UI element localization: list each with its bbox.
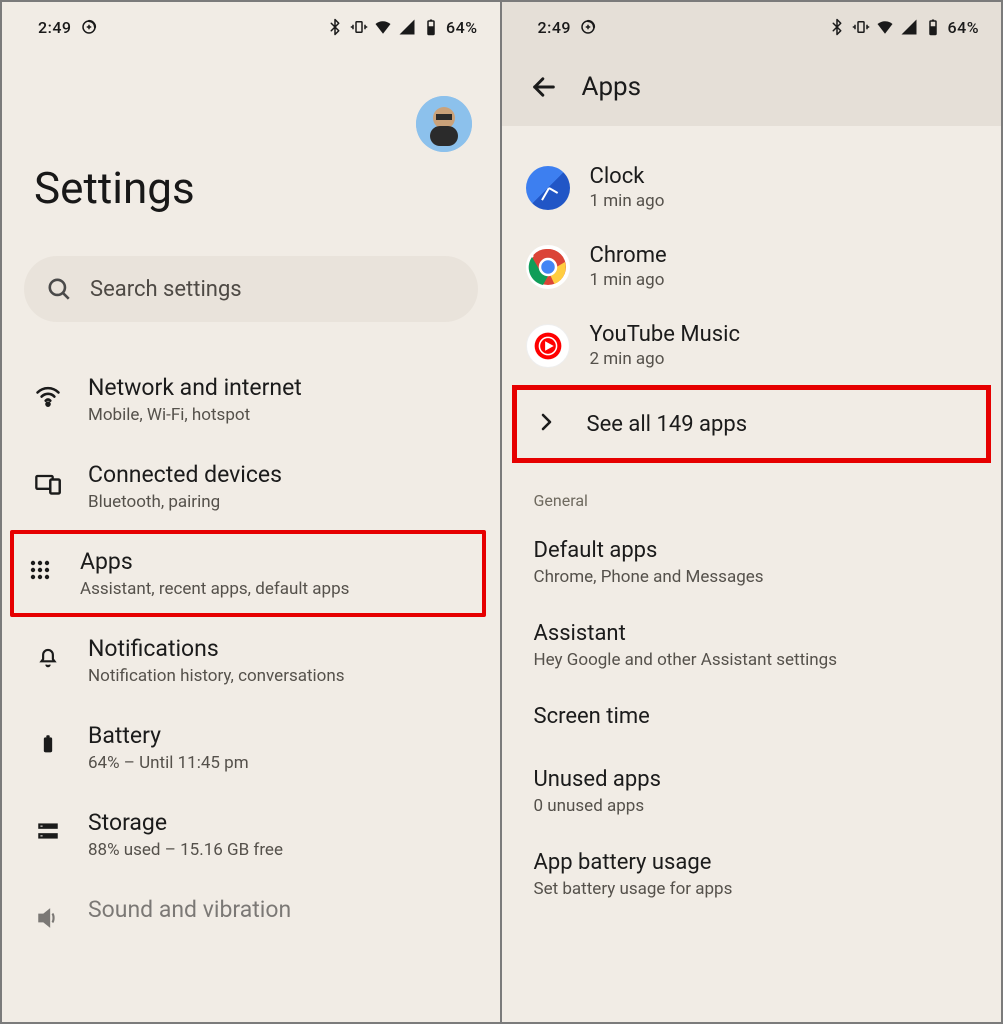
see-all-label: See all 149 apps: [587, 412, 748, 437]
clock-app-icon: [526, 166, 570, 210]
bluetooth-icon: [326, 18, 344, 36]
app-title: YouTube Music: [590, 322, 740, 347]
section-general: General: [516, 463, 988, 524]
app-sub: 1 min ago: [590, 270, 667, 290]
item-title: Sound and vibration: [88, 896, 468, 923]
data-saver-icon: [579, 18, 597, 36]
signal-icon: [900, 18, 918, 36]
search-icon: [46, 276, 72, 302]
item-sub: 88% used – 15.16 GB free: [88, 840, 468, 860]
entry-title: Unused apps: [534, 767, 988, 792]
bluetooth-icon: [828, 18, 846, 36]
settings-item-sound[interactable]: Sound and vibration: [18, 878, 478, 954]
page-title: Apps: [582, 72, 642, 102]
recent-app-clock[interactable]: Clock 1 min ago: [516, 148, 988, 227]
item-title: Notifications: [88, 635, 468, 662]
recent-app-chrome[interactable]: Chrome 1 min ago: [516, 227, 988, 306]
settings-item-battery[interactable]: Battery 64% – Until 11:45 pm: [18, 704, 478, 791]
wifi-icon: [374, 18, 392, 36]
battery-full-icon: [30, 726, 66, 762]
item-sub: 64% – Until 11:45 pm: [88, 753, 468, 773]
chevron-right-icon: [529, 410, 563, 438]
entry-screen-time[interactable]: Screen time: [516, 690, 988, 753]
see-all-apps[interactable]: See all 149 apps: [512, 385, 992, 463]
item-sub: Bluetooth, pairing: [88, 492, 468, 512]
entry-title: Default apps: [534, 538, 988, 563]
status-time: 2:49: [538, 18, 572, 37]
search-placeholder: Search settings: [90, 277, 242, 302]
storage-icon: [30, 813, 66, 849]
signal-icon: [398, 18, 416, 36]
settings-item-storage[interactable]: Storage 88% used – 15.16 GB free: [18, 791, 478, 878]
status-time: 2:49: [38, 18, 72, 37]
vibrate-icon: [350, 18, 368, 36]
entry-sub: Chrome, Phone and Messages: [534, 567, 988, 587]
item-sub: Mobile, Wi-Fi, hotspot: [88, 405, 468, 425]
youtube-music-app-icon: [526, 324, 570, 368]
status-bar: 2:49 64%: [502, 2, 1002, 46]
status-battery-pct: 64%: [446, 18, 477, 37]
entry-sub: 0 unused apps: [534, 796, 988, 816]
item-title: Apps: [80, 548, 476, 575]
item-title: Battery: [88, 722, 468, 749]
item-sub: Assistant, recent apps, default apps: [80, 579, 476, 599]
entry-title: Assistant: [534, 621, 988, 646]
settings-screen: 2:49 64% Settings Search settings: [0, 0, 502, 1024]
entry-sub: Set battery usage for apps: [534, 879, 988, 899]
battery-icon: [924, 18, 942, 36]
status-battery-pct: 64%: [948, 18, 979, 37]
search-settings[interactable]: Search settings: [24, 256, 478, 322]
entry-default-apps[interactable]: Default apps Chrome, Phone and Messages: [516, 524, 988, 607]
chrome-app-icon: [526, 245, 570, 289]
app-title: Clock: [590, 164, 665, 189]
data-saver-icon: [80, 18, 98, 36]
wifi-icon: [30, 378, 66, 414]
app-title: Chrome: [590, 243, 667, 268]
status-bar: 2:49 64%: [2, 2, 500, 46]
sound-icon: [30, 900, 66, 936]
recent-app-youtube-music[interactable]: YouTube Music 2 min ago: [516, 306, 988, 385]
page-title: Settings: [2, 152, 500, 256]
entry-title: Screen time: [534, 704, 988, 729]
entry-title: App battery usage: [534, 850, 988, 875]
battery-icon: [422, 18, 440, 36]
apps-grid-icon: [22, 552, 58, 588]
devices-icon: [30, 465, 66, 501]
entry-assistant[interactable]: Assistant Hey Google and other Assistant…: [516, 607, 988, 690]
entry-unused-apps[interactable]: Unused apps 0 unused apps: [516, 753, 988, 836]
entry-sub: Hey Google and other Assistant settings: [534, 650, 988, 670]
settings-item-connected-devices[interactable]: Connected devices Bluetooth, pairing: [18, 443, 478, 530]
wifi-icon: [876, 18, 894, 36]
item-title: Connected devices: [88, 461, 468, 488]
entry-app-battery-usage[interactable]: App battery usage Set battery usage for …: [516, 836, 988, 909]
app-sub: 1 min ago: [590, 191, 665, 211]
item-title: Network and internet: [88, 374, 468, 401]
back-button[interactable]: [530, 73, 558, 101]
item-title: Storage: [88, 809, 468, 836]
bell-icon: [30, 639, 66, 675]
profile-avatar[interactable]: [416, 96, 472, 152]
settings-item-notifications[interactable]: Notifications Notification history, conv…: [18, 617, 478, 704]
vibrate-icon: [852, 18, 870, 36]
topbar: Apps: [502, 46, 1002, 126]
settings-item-apps[interactable]: Apps Assistant, recent apps, default app…: [10, 530, 486, 617]
app-sub: 2 min ago: [590, 349, 740, 369]
apps-screen: 2:49 64% Apps Clock 1 min ago: [502, 0, 1003, 1024]
settings-item-network[interactable]: Network and internet Mobile, Wi-Fi, hots…: [18, 356, 478, 443]
item-sub: Notification history, conversations: [88, 666, 468, 686]
